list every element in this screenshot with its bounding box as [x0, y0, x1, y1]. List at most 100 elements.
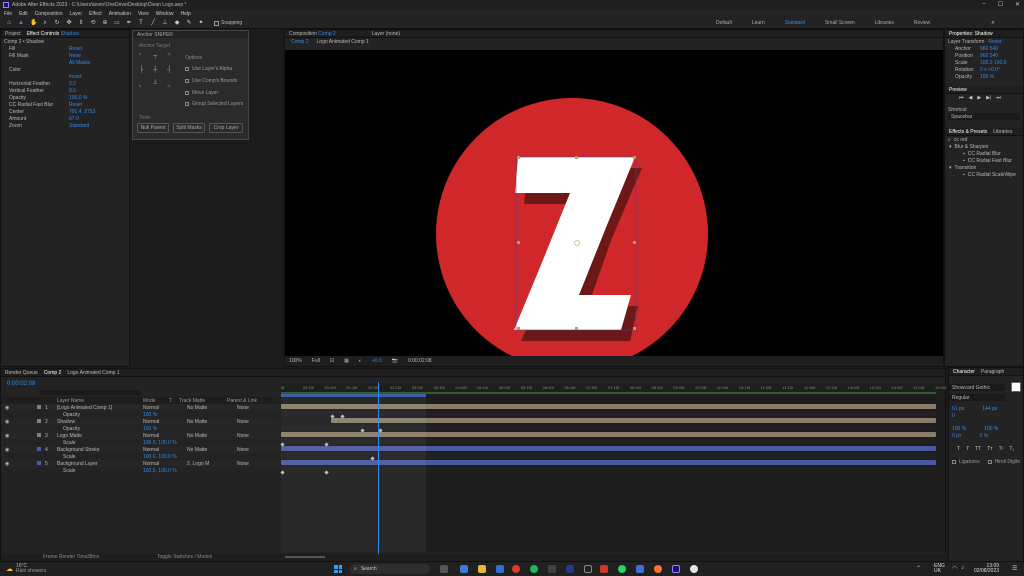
tab-effect-controls[interactable]: Effect Controls Shadow — [27, 31, 79, 37]
after-effects-icon[interactable] — [672, 565, 680, 573]
hindi-digits-option[interactable]: Hindi Digits — [987, 459, 1020, 465]
start-icon[interactable] — [334, 565, 342, 573]
channel-icon[interactable]: ◐ — [359, 358, 362, 364]
bound-handle-l[interactable] — [517, 241, 520, 244]
tab-render-queue[interactable]: Render Queue — [5, 370, 38, 376]
breadcrumb-logo-comp[interactable]: Logo Animated Comp 1 — [317, 39, 369, 45]
layer-name[interactable]: Background Stroke — [57, 447, 100, 453]
effect-row-value[interactable]: 0.0 — [69, 81, 76, 87]
anchor-bottom-right-icon[interactable]: ⌟ — [167, 81, 170, 88]
home-icon[interactable]: ⌂ — [6, 20, 12, 26]
app-icon-2[interactable] — [584, 565, 592, 573]
shortcut-dropdown[interactable]: Spacebar — [948, 113, 1020, 120]
property-value[interactable]: 100 % — [143, 412, 157, 418]
search-help-icon[interactable]: ⌕ — [990, 20, 996, 26]
layer-mode-dropdown[interactable]: Normal — [143, 433, 159, 439]
eraser-tool-icon[interactable]: ◆ — [174, 20, 180, 26]
clock-date[interactable]: 02/08/2023 — [974, 569, 999, 574]
bound-handle-tr[interactable] — [633, 156, 636, 159]
property-value[interactable]: 960 540 — [980, 46, 998, 52]
hand-tool-icon[interactable]: ✋ — [30, 20, 37, 26]
label-color-swatch[interactable] — [37, 447, 41, 451]
crop-layer-button[interactable]: Crop Layer — [209, 123, 243, 133]
visibility-icon[interactable]: ◉ — [5, 405, 9, 411]
tab-layer[interactable]: Layer (none) — [372, 31, 400, 37]
brush-tool-icon[interactable]: ╱ — [150, 20, 156, 26]
menu-composition[interactable]: Composition — [35, 11, 63, 17]
prev-frame-icon[interactable]: ◀ — [969, 95, 973, 101]
resolution-dropdown[interactable]: Full — [312, 358, 320, 364]
effects-tree-item[interactable]: ▪ CC Radial Fast Blur — [945, 157, 1023, 164]
tab-character[interactable]: Character — [953, 369, 975, 375]
option-comp-bounds-checkbox[interactable] — [185, 79, 189, 83]
volume-icon[interactable]: ♪ — [961, 565, 964, 572]
property-sub-row[interactable]: Opacity 100 % — [1, 411, 279, 418]
kerning-value[interactable]: 0 — [952, 413, 955, 419]
effect-row[interactable]: Zoom Standard — [1, 122, 129, 129]
option-comp-bounds[interactable]: Use Comp's Bounds — [185, 78, 237, 84]
effect-row-value[interactable]: 67.0 — [69, 116, 79, 122]
file-explorer-icon[interactable] — [478, 565, 486, 573]
roto-tool-icon[interactable]: ✎ — [186, 20, 192, 26]
effect-row-value[interactable]: Reset — [69, 102, 82, 108]
transform-reset-link[interactable]: Reset — [988, 39, 1001, 45]
layer-row[interactable]: ◉ 1 [Logo Animated Comp 1] Normal No Matte No… — [1, 404, 279, 411]
property-value[interactable]: 100.0 100.0 — [980, 60, 1006, 66]
effect-row[interactable]: Amount 67.0 — [1, 115, 129, 122]
type-tool-icon[interactable]: T — [138, 20, 144, 26]
effect-row[interactable]: Center 791.4, 2753 — [1, 108, 129, 115]
property-value[interactable]: 100.0, 100.0 % — [143, 468, 177, 474]
label-color-swatch[interactable] — [37, 433, 41, 437]
workspace-learn[interactable]: Learn — [752, 20, 765, 26]
zoom-tool-icon[interactable]: ⌕ — [42, 20, 48, 26]
anchor-top-left-icon[interactable]: ⌜ — [139, 53, 142, 60]
app-icon-3[interactable] — [600, 565, 608, 573]
workspace-review[interactable]: Review — [914, 20, 930, 26]
layer-mode-dropdown[interactable]: Normal — [143, 447, 159, 453]
property-row[interactable]: Scale 100.0 100.0 — [945, 59, 1023, 66]
effects-search-input[interactable]: cc red — [954, 137, 968, 143]
bound-handle-b[interactable] — [575, 327, 578, 330]
effects-tree-item[interactable]: ▪ CC Radial ScaleWipe — [945, 171, 1023, 178]
property-value[interactable]: 100 % — [143, 426, 157, 432]
visibility-icon[interactable]: ◉ — [5, 461, 9, 467]
bound-handle-bl[interactable] — [517, 327, 520, 330]
timeline-search-input[interactable] — [41, 390, 141, 395]
pen-tool-icon[interactable]: ✒ — [126, 20, 132, 26]
layer-matte-dropdown[interactable]: No Matte — [187, 433, 207, 439]
option-move-layer[interactable]: Move Layer — [185, 90, 218, 96]
bound-handle-t[interactable] — [575, 156, 578, 159]
tab-timeline-logo[interactable]: Logo Animated Comp 1 — [67, 370, 119, 376]
effect-row[interactable]: CC Radial Fast Blur Reset — [1, 101, 129, 108]
tab-project[interactable]: Project — [5, 31, 21, 37]
layer-name[interactable]: Logo Matte — [57, 433, 82, 439]
workspace-standard[interactable]: Standard — [785, 20, 805, 26]
tab-paragraph[interactable]: Paragraph — [981, 369, 1004, 375]
option-group-layers[interactable]: Group Selected Layers — [185, 101, 243, 107]
leading-value[interactable]: 144 px — [982, 406, 997, 412]
menu-window[interactable]: Window — [156, 11, 174, 17]
bound-handle-r[interactable] — [633, 241, 636, 244]
effect-row-value[interactable]: None — [69, 53, 81, 59]
close-icon[interactable]: ✕ — [1015, 1, 1020, 8]
snapping-toggle[interactable]: Snapping — [214, 20, 242, 26]
layer-name[interactable]: Scale — [63, 468, 76, 474]
effect-row-value[interactable]: All Masks — [69, 60, 90, 66]
teams-icon[interactable] — [460, 565, 468, 573]
property-row[interactable]: Anchor 960 540 — [945, 45, 1023, 52]
zoom-dropdown[interactable]: 100% — [289, 358, 302, 364]
tsume-value[interactable]: 0 % — [979, 433, 988, 439]
effect-row-value[interactable]: Reset — [69, 46, 82, 52]
weather-desc[interactable]: Rain showers — [16, 569, 46, 574]
property-row[interactable]: Opacity 100 % — [945, 73, 1023, 80]
layer-name[interactable]: Opacity — [63, 426, 80, 432]
menu-animation[interactable]: Animation — [109, 11, 131, 17]
layer-row[interactable]: ◉ 2 Shadow Normal No Matte None — [1, 418, 279, 425]
effects-tree-item[interactable]: ▾ Transition — [945, 164, 1023, 171]
effect-row-value[interactable]: Standard — [69, 123, 89, 129]
property-sub-row[interactable]: Scale 100.0, 100.0 % — [1, 439, 279, 446]
layer-name[interactable]: Scale — [63, 454, 76, 460]
next-frame-icon[interactable]: ▶| — [986, 95, 991, 101]
anchor-tool-icon[interactable]: ⊕ — [102, 20, 108, 26]
comp-timecode[interactable]: 0:00:02:08 — [408, 358, 432, 364]
